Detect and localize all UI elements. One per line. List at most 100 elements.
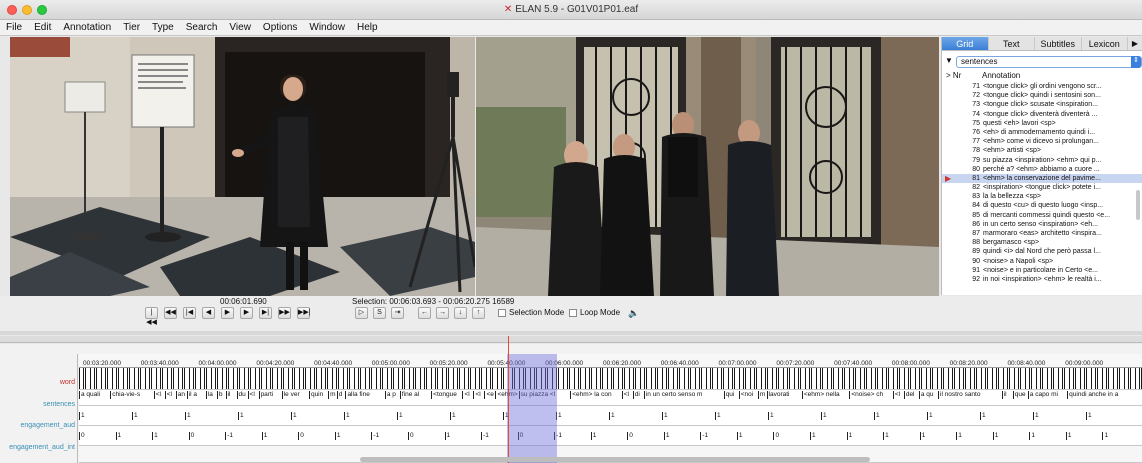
menu-search[interactable]: Search bbox=[180, 20, 224, 35]
sentence-annotation[interactable]: <noise> ch bbox=[849, 391, 892, 399]
engagement-aud-track[interactable]: 11111111111111111111 bbox=[79, 406, 1142, 426]
table-row[interactable]: 89 quindi <i> dal Nord che però passa l..… bbox=[942, 247, 1142, 256]
sentence-annotation[interactable]: que bbox=[1012, 391, 1028, 399]
sentence-annotation[interactable]: a quali bbox=[79, 391, 110, 399]
next-second-icon[interactable]: ▶▶ bbox=[278, 307, 291, 319]
crosshair[interactable] bbox=[508, 336, 509, 463]
menu-annotation[interactable]: Annotation bbox=[57, 20, 117, 35]
tab-text[interactable]: Text bbox=[989, 37, 1035, 50]
engagement-aud-int-annotation[interactable]: 0 bbox=[773, 432, 795, 440]
engagement-aud-annotation[interactable]: 1 bbox=[344, 412, 376, 420]
table-row[interactable]: 92 in noi <inspiration> <ehm> le realtà i… bbox=[942, 275, 1142, 284]
word-tier-track[interactable] bbox=[79, 368, 1142, 390]
table-row[interactable]: 77 <ehm> come vi dicevo si prolungan... bbox=[942, 137, 1142, 146]
sentence-annotation[interactable]: a qu bbox=[918, 391, 938, 399]
prev-tier-button[interactable]: ↑ bbox=[472, 307, 485, 319]
prev-second-icon[interactable]: ◀◀ bbox=[164, 307, 177, 319]
engagement-aud-int-annotation[interactable]: -1 bbox=[554, 432, 576, 440]
sentence-annotation[interactable]: alla fine bbox=[345, 391, 384, 399]
engagement-aud-int-annotation[interactable]: 0 bbox=[188, 432, 211, 440]
next-step-icon[interactable]: ▶ bbox=[240, 307, 253, 319]
sentence-annotation[interactable]: <tongue bbox=[431, 391, 462, 399]
sentence-annotation[interactable]: <ehm> nella bbox=[801, 391, 849, 399]
sentence-annotation[interactable]: il bbox=[225, 391, 237, 399]
engagement-aud-annotation[interactable]: 1 bbox=[556, 412, 588, 420]
engagement-aud-int-annotation[interactable]: 1 bbox=[810, 432, 832, 440]
engagement-aud-int-annotation[interactable]: 1 bbox=[846, 432, 869, 440]
next-tier-button[interactable]: ↓ bbox=[454, 307, 467, 319]
tier-label-engagement-aud[interactable]: engagement_aud bbox=[21, 422, 76, 429]
table-row[interactable]: 90 <noise> a Napoli <sp> bbox=[942, 257, 1142, 266]
selection-s-button[interactable]: S bbox=[373, 307, 386, 319]
sentence-annotation[interactable]: il a bbox=[186, 391, 206, 399]
engagement-aud-int-track[interactable]: 0 1 1 0 -1 1 0 1 -1 0 1 -1 0 -1 1 0 1 -1 1 0 1 1 1 1 1 1 1 1 1 bbox=[79, 426, 1142, 446]
menu-tier[interactable]: Tier bbox=[117, 20, 146, 35]
tab-subtitles[interactable]: Subtitles bbox=[1035, 37, 1082, 50]
engagement-aud-int-annotation[interactable]: 0 bbox=[407, 432, 430, 440]
engagement-aud-int-annotation[interactable]: 0 bbox=[79, 432, 101, 440]
sentence-annotation[interactable]: m bbox=[757, 391, 767, 399]
sentence-annotation[interactable]: an bbox=[175, 391, 187, 399]
menu-type[interactable]: Type bbox=[146, 20, 180, 35]
sentence-annotation[interactable]: qui bbox=[723, 391, 739, 399]
engagement-aud-int-annotation[interactable]: -1 bbox=[700, 432, 722, 440]
next-frame-icon[interactable]: ▶| bbox=[259, 307, 272, 319]
menu-help[interactable]: Help bbox=[351, 20, 384, 35]
sentence-annotation[interactable]: le ver bbox=[281, 391, 309, 399]
table-row[interactable]: 88 bergamasco <sp> bbox=[942, 238, 1142, 247]
sentence-annotation[interactable]: il bbox=[1001, 391, 1013, 399]
engagement-aud-int-annotation[interactable]: 1 bbox=[334, 432, 357, 440]
table-row[interactable]: 85 di mercanti commessi quindi questo <e.… bbox=[942, 211, 1142, 220]
sentence-annotation[interactable]: a p bbox=[384, 391, 400, 399]
engagement-aud-annotation[interactable]: 1 bbox=[821, 412, 853, 420]
column-nr[interactable]: > Nr bbox=[946, 71, 961, 80]
table-row[interactable]: 91 <noise> e in particolare in Certo <e..… bbox=[942, 266, 1142, 275]
sentence-annotation[interactable]: <l bbox=[473, 391, 484, 399]
menu-view[interactable]: View bbox=[223, 20, 257, 35]
engagement-aud-int-annotation[interactable]: 0 bbox=[627, 432, 649, 440]
sentence-annotation[interactable]: lavorati bbox=[766, 391, 802, 399]
sentence-annotation[interactable]: <l bbox=[247, 391, 259, 399]
sentence-annotation[interactable]: m bbox=[328, 391, 337, 399]
engagement-aud-int-annotation[interactable]: 0 bbox=[298, 432, 320, 440]
engagement-aud-annotation[interactable]: 1 bbox=[768, 412, 800, 420]
engagement-aud-annotation[interactable]: 1 bbox=[874, 412, 906, 420]
prev-annotation-button[interactable]: ← bbox=[418, 307, 431, 319]
more-tabs-icon[interactable]: ▶ bbox=[1128, 37, 1142, 50]
engagement-aud-int-annotation[interactable]: 1 bbox=[1065, 432, 1088, 440]
engagement-aud-int-annotation[interactable]: -1 bbox=[481, 432, 503, 440]
sentence-annotation[interactable]: d bbox=[336, 391, 346, 399]
prev-frame-icon[interactable]: |◀ bbox=[183, 307, 196, 319]
engagement-aud-int-annotation[interactable]: 1 bbox=[956, 432, 978, 440]
engagement-aud-annotation[interactable]: 1 bbox=[238, 412, 270, 420]
clear-selection-icon[interactable]: ⇥ bbox=[391, 307, 404, 319]
table-row[interactable]: 87 marmoraro <eas> architetto <inspira... bbox=[942, 229, 1142, 238]
sentence-annotation[interactable]: chia-vie-s bbox=[110, 391, 153, 399]
engagement-aud-annotation[interactable]: 1 bbox=[1086, 412, 1118, 420]
play-icon[interactable]: ▶ bbox=[221, 307, 234, 319]
sentence-annotation[interactable]: b bbox=[216, 391, 226, 399]
timeline-overview[interactable] bbox=[0, 336, 1142, 343]
engagement-aud-annotation[interactable]: 1 bbox=[1033, 412, 1065, 420]
volume-icon[interactable]: 🔈 bbox=[628, 308, 639, 319]
sentence-annotation[interactable]: di bbox=[632, 391, 644, 399]
sentence-annotation[interactable]: del bbox=[903, 391, 919, 399]
selection-region[interactable] bbox=[507, 354, 557, 463]
table-row[interactable]: 83 la la bellezza <sp> bbox=[942, 192, 1142, 201]
menu-edit[interactable]: Edit bbox=[28, 20, 57, 35]
engagement-aud-annotation[interactable]: 1 bbox=[715, 412, 747, 420]
table-row[interactable]: 72 <tongue click> quindi i sentosini son.… bbox=[942, 91, 1142, 100]
engagement-aud-annotation[interactable]: 1 bbox=[185, 412, 217, 420]
tier-label-engagement-aud-int[interactable]: engagement_aud_int bbox=[9, 444, 75, 451]
sentence-annotation[interactable]: <l bbox=[462, 391, 473, 399]
table-row[interactable]: 73 <tongue click> scusate <inspiration... bbox=[942, 100, 1142, 109]
sentence-annotation[interactable]: parti bbox=[258, 391, 282, 399]
video-player-1[interactable] bbox=[10, 37, 475, 296]
engagement-aud-annotation[interactable]: 1 bbox=[291, 412, 323, 420]
sentence-annotation[interactable]: <l bbox=[153, 391, 165, 399]
engagement-aud-int-annotation[interactable]: 1 bbox=[736, 432, 759, 440]
loop-mode-checkbox[interactable] bbox=[569, 309, 577, 317]
tier-label-word[interactable]: word bbox=[60, 379, 75, 386]
sentences-tier-track[interactable]: a quali chia-vie-s <l <l an il a la b il du <l part… bbox=[79, 390, 1142, 406]
sentence-annotation[interactable]: <l bbox=[621, 391, 633, 399]
